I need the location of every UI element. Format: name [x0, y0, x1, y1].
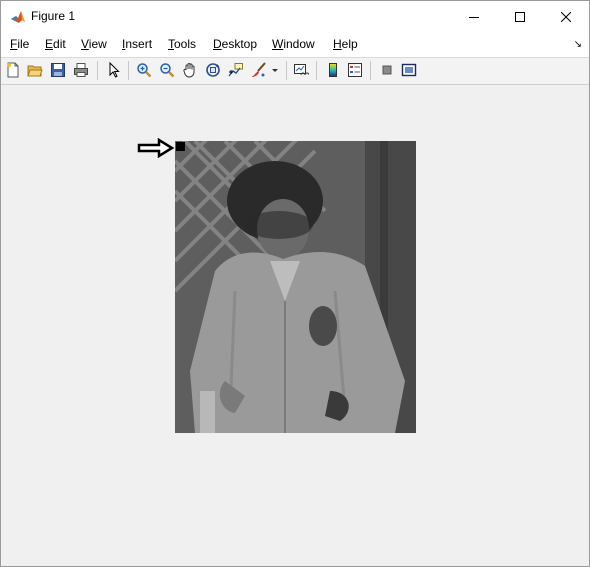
grayscale-photo	[175, 141, 416, 433]
menu-bar: File Edit View Insert Tools Desktop Wind…	[1, 32, 589, 58]
figure-canvas[interactable]	[1, 85, 589, 566]
show-plot-tools-icon[interactable]	[400, 61, 418, 79]
dock-arrow-icon[interactable]: ↘	[574, 39, 582, 50]
brush-icon[interactable]	[250, 61, 268, 79]
hide-plot-tools-icon[interactable]	[378, 61, 396, 79]
menu-tools[interactable]: Tools	[168, 37, 196, 51]
new-figure-icon[interactable]	[4, 61, 22, 79]
title-bar: Figure 1	[1, 1, 589, 32]
toolbar-separator	[286, 61, 287, 80]
colorbar-icon[interactable]	[324, 61, 342, 79]
toolbar-separator	[97, 61, 98, 80]
matlab-logo-icon	[10, 9, 26, 25]
window-title: Figure 1	[31, 9, 76, 23]
figure-toolbar	[1, 58, 589, 85]
legend-icon[interactable]	[346, 61, 364, 79]
close-icon	[561, 11, 571, 22]
close-button[interactable]	[543, 1, 589, 32]
maximize-button[interactable]	[497, 1, 543, 32]
open-file-icon[interactable]	[26, 61, 44, 79]
menu-view[interactable]: View	[81, 37, 107, 51]
menu-insert[interactable]: Insert	[122, 37, 152, 51]
pixel-marker	[176, 142, 185, 151]
print-icon[interactable]	[72, 61, 90, 79]
minimize-icon	[469, 16, 479, 18]
link-plot-icon[interactable]	[292, 61, 310, 79]
figure-window: Figure 1 File Edit View Insert Tools Des…	[0, 0, 590, 567]
toolbar-separator	[128, 61, 129, 80]
select-pointer-icon[interactable]	[105, 61, 123, 79]
menu-desktop[interactable]: Desktop	[213, 37, 257, 51]
minimize-button[interactable]	[451, 1, 497, 32]
toolbar-separator	[316, 61, 317, 80]
rotate-3d-icon[interactable]	[204, 61, 222, 79]
brush-dropdown-icon[interactable]	[269, 61, 281, 79]
zoom-in-icon[interactable]	[135, 61, 153, 79]
pan-hand-icon[interactable]	[181, 61, 199, 79]
annotation-arrow-icon	[137, 137, 175, 161]
menu-file[interactable]: File	[10, 37, 29, 51]
menu-window[interactable]: Window	[272, 37, 315, 51]
menu-help[interactable]: Help	[333, 37, 358, 51]
data-cursor-icon[interactable]	[227, 61, 245, 79]
save-icon[interactable]	[49, 61, 67, 79]
toolbar-separator	[370, 61, 371, 80]
maximize-icon	[515, 11, 525, 22]
zoom-out-icon[interactable]	[158, 61, 176, 79]
menu-edit[interactable]: Edit	[45, 37, 66, 51]
